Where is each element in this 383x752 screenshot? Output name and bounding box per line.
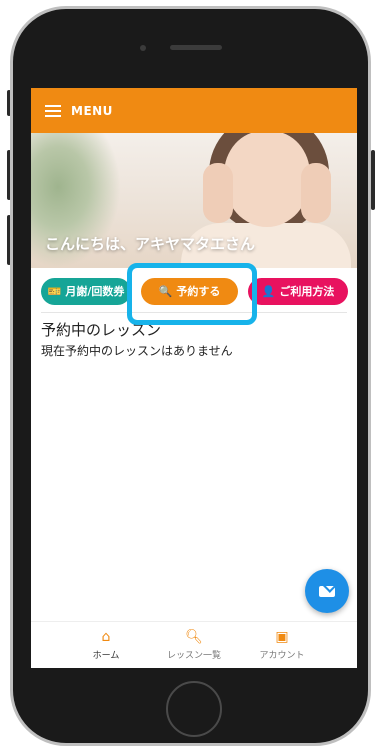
account-icon: ▣ — [275, 629, 289, 645]
tab-guide-label: ご利用方法 — [279, 285, 335, 298]
search-icon: 🔍︎ — [185, 629, 203, 645]
menu-label[interactable]: MENU — [71, 104, 113, 118]
nav-lessons-label: レッスン一覧 — [166, 651, 221, 661]
hero-banner: こんにちは、アキヤマタエさん — [31, 133, 357, 268]
nav-account-label: アカウント — [259, 651, 305, 661]
reservations-empty-message: 現在予約中のレッスンはありません — [41, 344, 233, 358]
hero-left-hand — [203, 163, 233, 223]
guide-icon: 👤 — [261, 284, 276, 298]
bottom-nav: ⌂ ホーム 🔍︎ レッスン一覧 ▣ アカウント — [31, 621, 357, 668]
hamburger-menu-icon[interactable] — [45, 104, 61, 117]
home-hardware-button[interactable] — [166, 681, 222, 737]
speaker — [170, 45, 222, 50]
mail-icon — [319, 585, 335, 597]
search-icon: 🔍 — [158, 284, 173, 298]
reservations-title: 予約中のレッスン — [41, 321, 162, 339]
app-screen: MENU こんにちは、アキヤマタエさん 🎫 月謝/回数券 🔍 予約する 👤 ご利… — [31, 88, 357, 668]
nav-account[interactable]: ▣ アカウント — [247, 622, 317, 668]
home-icon: ⌂ — [101, 629, 111, 645]
power-button — [371, 150, 375, 210]
hero-face — [224, 133, 310, 227]
greeting-text: こんにちは、アキヤマタエさん — [45, 235, 256, 253]
tab-passes-label: 月謝/回数券 — [65, 285, 125, 298]
nav-home[interactable]: ⌂ ホーム — [71, 622, 141, 668]
top-app-bar: MENU — [31, 88, 357, 133]
hero-right-hand — [301, 163, 331, 223]
mail-fab[interactable] — [305, 569, 349, 613]
tab-reserve-label: 予約する — [176, 285, 221, 298]
tab-guide[interactable]: 👤 ご利用方法 — [248, 277, 348, 305]
camera — [140, 45, 146, 51]
action-tabs: 🎫 月謝/回数券 🔍 予約する 👤 ご利用方法 — [31, 263, 357, 325]
nav-lessons[interactable]: 🔍︎ レッスン一覧 — [159, 622, 229, 668]
tab-reserve[interactable]: 🔍 予約する — [141, 277, 238, 305]
ticket-icon: 🎫 — [47, 284, 62, 298]
tab-passes[interactable]: 🎫 月謝/回数券 — [41, 277, 131, 305]
nav-home-label: ホーム — [92, 651, 120, 661]
